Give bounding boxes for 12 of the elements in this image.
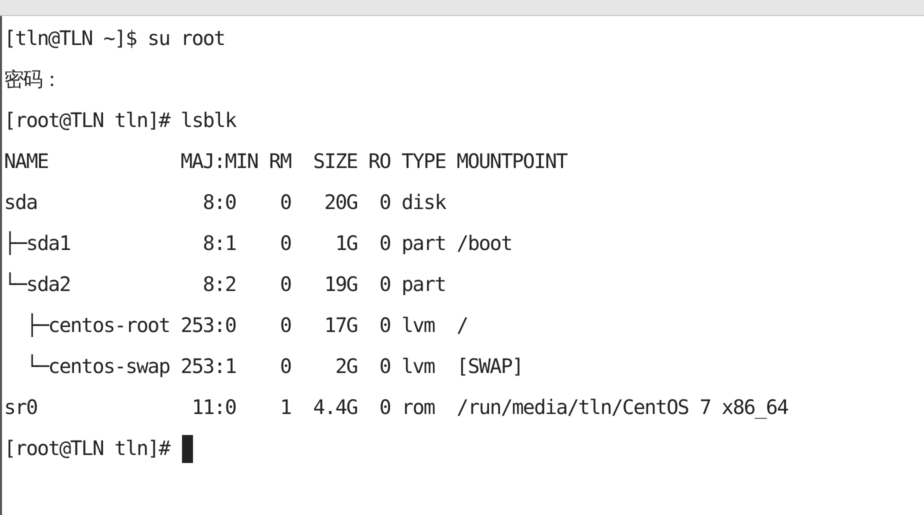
terminal-prompt: [root@TLN tln]# (4, 435, 170, 462)
terminal-line: NAME MAJ:MIN RM SIZE RO TYPE MOUNTPOINT (4, 148, 569, 175)
terminal-line: ├─sda1 8:1 0 1G 0 part /boot (4, 230, 513, 257)
terminal-line: 密码： (4, 66, 62, 93)
terminal-line: └─sda2 8:2 0 19G 0 part (4, 271, 447, 298)
terminal-line: [root@TLN tln]# lsblk (4, 107, 238, 134)
terminal-line: [tln@TLN ~]$ su root (4, 25, 226, 52)
terminal-line: sr0 11:0 1 4.4G 0 rom /run/media/tln/CentOS 7 x86_64 (4, 394, 789, 421)
text-cursor (182, 434, 193, 462)
terminal-line: ├─centos-root 253:0 0 17G 0 lvm / (25, 312, 469, 339)
terminal-line: └─centos-swap 253:1 0 2G 0 lvm [SWAP] (25, 353, 524, 380)
terminal-line: sda 8:0 0 20G 0 disk (4, 189, 448, 216)
